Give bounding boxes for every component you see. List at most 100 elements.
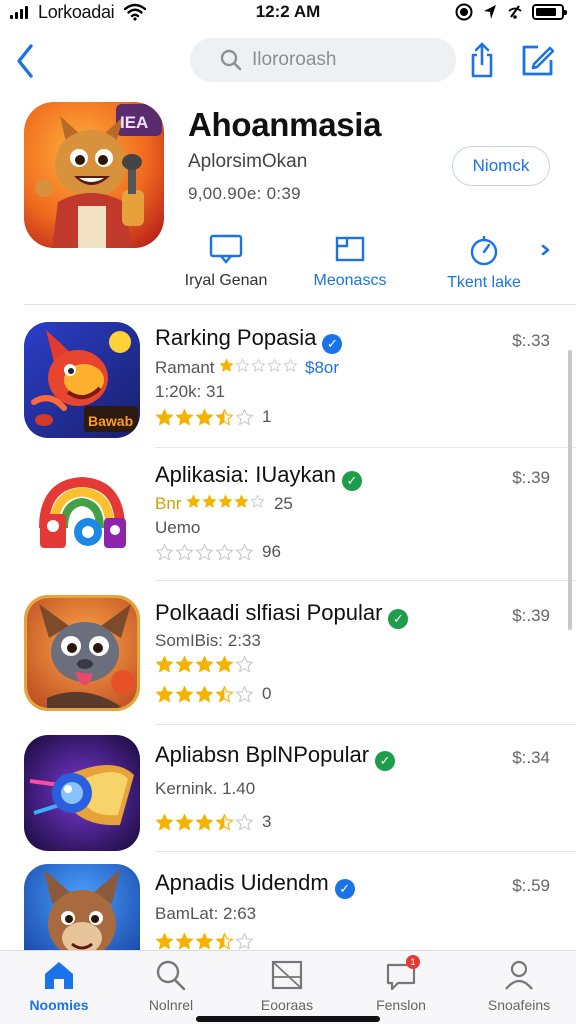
action-message[interactable]: Iryal Genan xyxy=(178,234,274,290)
tab-search[interactable]: Nolnrel xyxy=(116,959,226,1013)
tab-label: Noomies xyxy=(29,997,89,1013)
status-bar: Lorkoadai 12:2 AM xyxy=(0,0,576,26)
battery-icon xyxy=(532,4,567,20)
list-item[interactable]: Apnadis Uidendm ✓ $:.59 BamLat: 2:63 xyxy=(0,852,576,950)
tab-inbox[interactable]: Eooraas xyxy=(232,959,342,1013)
star-icon xyxy=(196,543,213,560)
list-item[interactable]: Aplikasia: IUaykan ✓ $:.39 Bnr 25 Uemo 96 xyxy=(0,448,576,581)
navigation-bar: Ilororoash xyxy=(0,34,576,86)
rating-count: 3 xyxy=(262,812,272,831)
star-icon xyxy=(236,543,253,560)
item-price: $:.59 xyxy=(512,876,550,895)
notification-badge: 1 xyxy=(406,955,420,969)
star-icon xyxy=(236,933,253,950)
star-icon xyxy=(252,358,266,372)
window-icon xyxy=(335,236,365,262)
star-icon xyxy=(156,813,173,830)
star-icon xyxy=(216,543,233,560)
item-line-prefix: Bnr xyxy=(155,494,182,513)
rating-row: 3 xyxy=(155,812,271,832)
star-rating xyxy=(155,932,254,950)
item-title-text: Polkaadi slfiasi Popular xyxy=(155,600,383,625)
person-icon xyxy=(505,960,533,990)
tab-bar: Noomies Nolnrel Eooraas 1 Fenslon Snoafe… xyxy=(0,950,576,1024)
star-rating xyxy=(155,655,254,674)
tab-profile[interactable]: Snoafeins xyxy=(464,959,574,1013)
star-icon xyxy=(196,685,213,702)
star-icon xyxy=(236,408,253,425)
share-icon xyxy=(471,42,493,78)
item-line-1: Ramant $8or xyxy=(155,358,339,378)
search-input[interactable]: Ilororoash xyxy=(190,38,456,82)
chevron-right-icon[interactable] xyxy=(538,240,554,260)
verified-badge-icon: ✓ xyxy=(388,609,409,629)
action-window[interactable]: Meonascs xyxy=(300,234,400,290)
star-icon xyxy=(284,358,298,372)
list-item[interactable]: Bawab Rarking Popasia ✓ $:.33 Ramant $8or… xyxy=(0,310,576,448)
star-icon xyxy=(236,656,253,673)
divider xyxy=(24,304,576,305)
star-icon xyxy=(176,656,193,673)
item-title-text: Apnadis Uidendm xyxy=(155,870,329,895)
item-title-text: Rarking Popasia xyxy=(155,325,317,350)
app-title: Ahoanmasia xyxy=(188,106,382,143)
star-icon xyxy=(236,685,253,702)
tab-home[interactable]: Noomies xyxy=(4,959,114,1013)
item-title-text: Apliabsn BplNPopular xyxy=(155,742,370,767)
list-item[interactable]: Apliabsn BplNPopular ✓ $:.34 Kernink. 1.4… xyxy=(0,725,576,852)
star-icon xyxy=(176,543,193,560)
rating-row xyxy=(155,932,262,950)
item-title: Apnadis Uidendm ✓ xyxy=(155,870,355,899)
search-icon xyxy=(156,960,186,991)
app-subtitle: AplorsimOkan xyxy=(188,151,308,172)
app-header: IEA Ahoanmasia AplorsimOkan 9,00.90e: 0:… xyxy=(0,96,576,304)
app-icon-dragon: Bawab xyxy=(24,322,140,438)
star-icon xyxy=(251,494,265,508)
app-list: Bawab Rarking Popasia ✓ $:.33 Ramant $8or… xyxy=(0,310,576,950)
item-title: Aplikasia: IUaykan ✓ xyxy=(155,462,362,491)
back-button[interactable] xyxy=(8,40,42,82)
home-indicator[interactable] xyxy=(196,1016,380,1022)
scrollbar[interactable] xyxy=(568,350,572,630)
item-line-2: Uemo xyxy=(155,518,201,537)
item-price: $:.34 xyxy=(512,748,550,767)
moon-icon xyxy=(455,3,473,21)
get-button[interactable]: Niomck xyxy=(452,146,550,186)
item-line-count: 25 xyxy=(273,494,293,513)
timer-icon xyxy=(470,236,498,266)
app-icon-mascot[interactable]: IEA xyxy=(24,102,164,248)
rating-row: 96 xyxy=(155,542,281,562)
item-title: Rarking Popasia ✓ xyxy=(155,325,343,354)
app-icon-rainbow xyxy=(24,458,140,574)
tab-messages[interactable]: 1 Fenslon xyxy=(346,955,456,1013)
star-icon xyxy=(187,494,201,508)
star-icon xyxy=(176,408,193,425)
action-window-label: Meonascs xyxy=(313,272,387,289)
star-icon xyxy=(156,685,173,702)
action-timer[interactable]: Tkent lake xyxy=(434,234,534,292)
verified-badge-icon: ✓ xyxy=(341,471,362,491)
item-line-2: 1:20k: 31 xyxy=(155,382,225,401)
verified-badge-icon: ✓ xyxy=(375,751,396,771)
share-button[interactable] xyxy=(466,40,498,80)
rating-row: 0 xyxy=(155,684,271,704)
star-rating xyxy=(155,813,254,832)
action-message-label: Iryal Genan xyxy=(184,272,268,289)
app-icon-text: Bawab xyxy=(88,413,134,429)
star-rating xyxy=(186,494,265,509)
star-icon xyxy=(219,494,233,508)
rating-count: 96 xyxy=(262,542,281,561)
star-icon xyxy=(176,933,193,950)
tab-label: Nolnrel xyxy=(148,997,194,1013)
list-item[interactable]: Polkaadi slfiasi Popular ✓ $:.39 SomIBis:… xyxy=(0,581,576,725)
chevron-left-icon xyxy=(17,44,33,78)
message-icon xyxy=(209,234,243,264)
tab-label: Eooraas xyxy=(260,997,314,1013)
search-placeholder: Ilororoash xyxy=(252,49,337,70)
action-timer-label: Tkent lake xyxy=(447,274,521,291)
tab-label: Snoafeins xyxy=(487,997,551,1013)
action-row: Iryal Genan Meonascs Tkent lake xyxy=(0,234,576,296)
compose-button[interactable] xyxy=(518,40,558,80)
rating-count: 1 xyxy=(262,407,272,426)
star-icon xyxy=(220,358,234,372)
